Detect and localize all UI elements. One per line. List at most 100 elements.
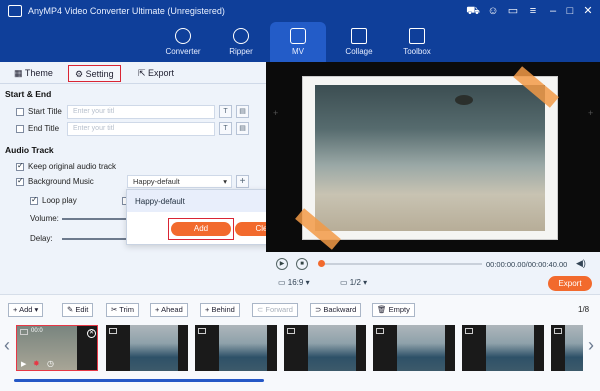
nav-mv[interactable]: MV (270, 22, 326, 62)
behind-button[interactable]: + Behind (200, 303, 240, 317)
keep-original-checkbox[interactable] (16, 161, 24, 171)
nav-converter-label: Converter (165, 47, 201, 56)
mv-icon (290, 28, 306, 44)
empty-button[interactable]: 🗑 Empty (372, 303, 415, 317)
tab-bar: ▦ Theme ⚙ Setting ⇱ Export (0, 62, 266, 84)
end-title-input[interactable]: Enter your titl (67, 122, 215, 136)
start-title-input[interactable]: Enter your titl (67, 105, 215, 119)
maximize-icon[interactable]: □ (563, 4, 577, 18)
edit-label: Edit (75, 305, 89, 314)
tab-theme[interactable]: ▦ Theme (8, 65, 59, 82)
user-icon[interactable]: ☺ (486, 4, 500, 18)
close-icon[interactable]: ✕ (581, 4, 595, 18)
main-nav: Converter Ripper MV Collage Toolbox (0, 22, 600, 62)
scissors-icon: ✂ (111, 305, 120, 314)
start-title-checkbox[interactable] (16, 108, 24, 116)
background-music-label: Background Music (28, 177, 94, 186)
timeline-scrollbar[interactable] (14, 379, 264, 382)
theme-icon: ▦ (14, 68, 25, 78)
play-icon[interactable]: ▶ (276, 258, 288, 270)
menu-icon[interactable]: ≡ (526, 4, 540, 18)
forward-label: Forward (265, 305, 293, 314)
theme-frame (302, 76, 558, 240)
monitor-icon: ▭ (340, 278, 350, 287)
delete-clip-icon[interactable]: ✕ (87, 329, 96, 338)
music-select[interactable]: Happy-default ▾ (127, 175, 232, 188)
plus-icon: + (588, 108, 594, 118)
clip-thumbnail[interactable] (373, 325, 455, 371)
add-button[interactable]: Add (171, 222, 231, 236)
clip-thumbnail[interactable] (462, 325, 544, 371)
backward-button[interactable]: ⊃ Backward (310, 303, 362, 317)
add-clip-label: Add (19, 305, 33, 314)
loop-play-checkbox[interactable] (30, 195, 38, 205)
plus-icon: + (273, 108, 279, 118)
chat-icon[interactable]: ▭ (506, 4, 520, 18)
nav-mv-label: MV (292, 47, 304, 56)
clip-thumbnail[interactable]: 00:0 ✕ ▶ ✸ ◷ (16, 325, 98, 371)
clip-image (130, 325, 178, 371)
text-format-icon[interactable]: T (219, 105, 232, 118)
image-icon (20, 329, 28, 335)
progress-handle[interactable] (318, 260, 325, 267)
timeline: + Add ▾ ✎ Edit ✂ Trim + Ahead + Behind ⊂… (0, 294, 600, 391)
add-music-icon[interactable]: + (236, 175, 249, 188)
tab-setting[interactable]: ⚙ Setting (68, 65, 121, 82)
clip-thumbnail[interactable] (195, 325, 277, 371)
text-format-icon[interactable]: T (219, 122, 232, 135)
delay-label: Delay: (30, 234, 53, 243)
time-display: 00:00:00.00/00:00:40.00 (486, 260, 568, 269)
nav-collage[interactable]: Collage (328, 22, 390, 62)
clock-icon[interactable]: ◷ (47, 359, 54, 368)
backward-label: Backward (323, 305, 357, 314)
add-clip-button[interactable]: + Add ▾ (8, 303, 44, 317)
volume-label: Volume: (30, 214, 59, 223)
aspect-ratio-select[interactable]: ▭ 16:9 ▾ (278, 278, 310, 287)
play-icon[interactable]: ▶ (21, 360, 26, 368)
text-settings-icon[interactable]: ▤ (236, 105, 249, 118)
nav-ripper-label: Ripper (229, 47, 253, 56)
empty-label: Empty (388, 305, 410, 314)
tab-export[interactable]: ⇱ Export (132, 65, 180, 82)
title-bar: AnyMP4 Video Converter Ultimate (Unregis… (0, 0, 600, 22)
ahead-button[interactable]: + Ahead (150, 303, 188, 317)
volume-slider[interactable] (62, 218, 126, 220)
forward-button[interactable]: ⊂ Forward (252, 303, 298, 317)
nav-toolbox[interactable]: Toolbox (386, 22, 448, 62)
toolbox-icon (409, 28, 425, 44)
volume-icon[interactable]: ◀) (576, 258, 586, 269)
export-button[interactable]: Export (548, 276, 592, 291)
start-title-label: Start Title (28, 107, 62, 116)
nav-converter[interactable]: Converter (152, 22, 214, 62)
clip-thumbnail[interactable] (551, 325, 583, 371)
progress-track[interactable] (322, 263, 482, 265)
settings-panel: ▦ Theme ⚙ Setting ⇱ Export Start & End S… (0, 62, 266, 294)
minimize-icon[interactable]: – (546, 4, 560, 18)
export-icon: ⇱ (138, 68, 149, 78)
effect-icon[interactable]: ✸ (33, 359, 40, 368)
ripper-icon (233, 28, 249, 44)
image-icon (554, 328, 562, 334)
trim-button[interactable]: ✂ Trim (106, 303, 139, 317)
collage-icon (351, 28, 367, 44)
rock-shape (455, 95, 473, 105)
clip-image (565, 325, 583, 371)
image-icon (465, 328, 473, 334)
stop-icon[interactable]: ■ (296, 258, 308, 270)
cart-icon[interactable]: ⛟ (466, 4, 480, 18)
chevron-right-icon[interactable]: › (588, 335, 594, 356)
start-end-heading: Start & End (5, 89, 52, 99)
clip-thumbnail[interactable] (106, 325, 188, 371)
nav-ripper[interactable]: Ripper (210, 22, 272, 62)
end-title-label: End Title (28, 124, 60, 133)
text-settings-icon[interactable]: ▤ (236, 122, 249, 135)
popup-item-label: Happy-default (135, 197, 185, 206)
clip-duration: 00:0 (31, 328, 43, 334)
clip-thumbnail[interactable] (284, 325, 366, 371)
background-music-checkbox[interactable] (16, 176, 24, 186)
scale-select[interactable]: ▭ 1/2 ▾ (340, 278, 367, 287)
delay-slider[interactable] (62, 238, 126, 240)
edit-button[interactable]: ✎ Edit (62, 303, 94, 317)
chevron-left-icon[interactable]: ‹ (4, 335, 10, 356)
end-title-checkbox[interactable] (16, 125, 24, 133)
